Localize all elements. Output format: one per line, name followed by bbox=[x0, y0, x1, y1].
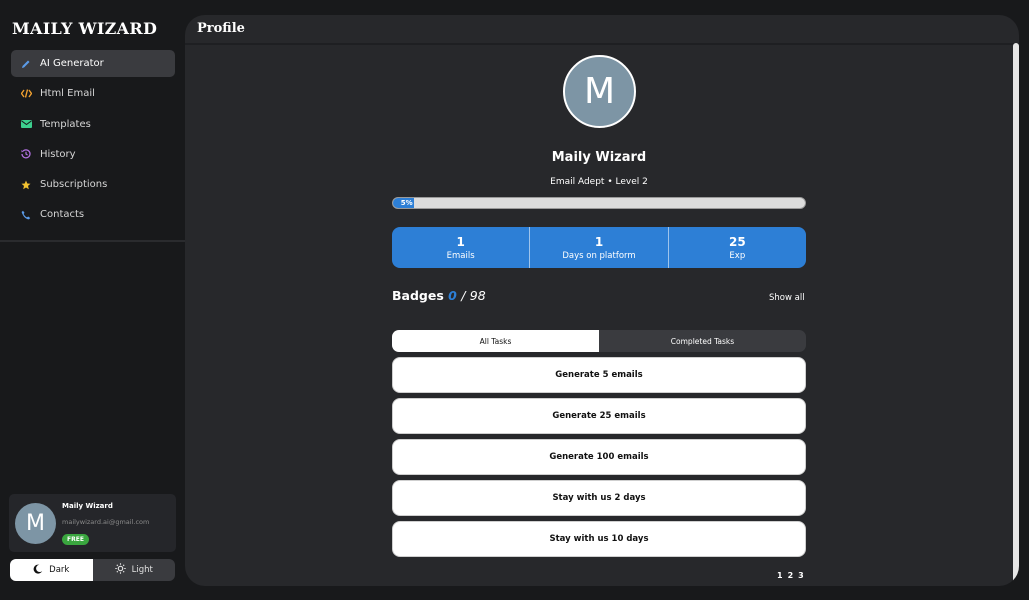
stat-value: 1 bbox=[456, 234, 465, 249]
moon-icon bbox=[33, 564, 43, 577]
sidebar-item-label: History bbox=[40, 148, 76, 160]
sidebar: MAILY WIZARD AI Generator Html Email Tem… bbox=[0, 0, 185, 600]
sidebar-item-label: Html Email bbox=[40, 88, 95, 100]
page-title: Profile bbox=[197, 21, 245, 36]
page-1-link[interactable]: 1 bbox=[777, 571, 783, 580]
plan-badge: FREE bbox=[62, 534, 89, 545]
main-panel: Profile M Maily Wizard Email Adept • Lev… bbox=[185, 15, 1019, 586]
user-card[interactable]: M Maily Wizard mailywizard.ai@gmail.com … bbox=[9, 494, 176, 552]
sidebar-nav: AI Generator Html Email Templates Histor… bbox=[11, 50, 175, 232]
pagination: 1 2 3 bbox=[777, 571, 804, 580]
history-icon bbox=[19, 149, 33, 159]
user-name: Maily Wizard bbox=[62, 502, 113, 510]
sidebar-item-templates[interactable]: Templates bbox=[11, 111, 175, 138]
page-3-link[interactable]: 3 bbox=[798, 571, 804, 580]
sidebar-item-label: Contacts bbox=[40, 209, 85, 221]
scrollbar[interactable] bbox=[1013, 43, 1019, 586]
profile-name: Maily Wizard bbox=[551, 150, 647, 165]
phone-icon bbox=[19, 210, 33, 220]
avatar: M bbox=[15, 503, 56, 544]
sidebar-item-subscriptions[interactable]: Subscriptions bbox=[11, 171, 175, 198]
badges-count: 0 bbox=[448, 288, 457, 303]
task-item[interactable]: Generate 100 emails bbox=[392, 439, 806, 475]
page-2-link[interactable]: 2 bbox=[788, 571, 794, 580]
light-mode-label: Light bbox=[131, 565, 153, 575]
sidebar-item-label: AI Generator bbox=[40, 58, 104, 69]
stat-exp: 25 Exp bbox=[669, 227, 806, 268]
dark-mode-button[interactable]: Dark bbox=[10, 559, 93, 581]
stat-emails: 1 Emails bbox=[392, 227, 531, 268]
show-all-link[interactable]: Show all bbox=[769, 293, 805, 303]
stat-value: 1 bbox=[594, 234, 604, 249]
sidebar-divider bbox=[0, 240, 185, 242]
sidebar-item-html-email[interactable]: Html Email bbox=[11, 80, 175, 107]
light-mode-button[interactable]: Light bbox=[93, 559, 176, 581]
sidebar-item-label: Templates bbox=[40, 118, 91, 130]
stats-panel: 1 Emails 1 Days on platform 25 Exp bbox=[392, 227, 806, 268]
badges-separator: / bbox=[461, 288, 466, 303]
stat-days: 1 Days on platform bbox=[530, 227, 669, 268]
progress-fill: 5% bbox=[393, 198, 414, 208]
sidebar-item-ai-generator[interactable]: AI Generator bbox=[11, 50, 175, 77]
task-list: Generate 5 emails Generate 25 emails Gen… bbox=[392, 357, 806, 562]
brand-logo: MAILY WIZARD bbox=[12, 19, 158, 38]
task-item[interactable]: Generate 25 emails bbox=[392, 398, 806, 434]
sidebar-item-history[interactable]: History bbox=[11, 141, 175, 168]
stat-label: Emails bbox=[446, 250, 475, 261]
profile-level: Email Adept • Level 2 bbox=[550, 177, 648, 187]
star-icon bbox=[19, 180, 33, 190]
stat-label: Days on platform bbox=[562, 250, 636, 261]
theme-toggle: Dark Light bbox=[10, 559, 175, 581]
task-tabs: All Tasks Completed Tasks bbox=[392, 330, 806, 352]
stat-label: Exp bbox=[729, 250, 746, 261]
tab-completed-tasks[interactable]: Completed Tasks bbox=[599, 330, 806, 352]
page-header: Profile bbox=[185, 15, 1019, 45]
badges-title: Badges bbox=[392, 288, 444, 303]
profile-avatar: M bbox=[563, 55, 636, 128]
code-icon bbox=[19, 89, 33, 98]
stat-value: 25 bbox=[728, 234, 746, 249]
tab-all-tasks[interactable]: All Tasks bbox=[392, 330, 599, 352]
task-item[interactable]: Generate 5 emails bbox=[392, 357, 806, 393]
task-item[interactable]: Stay with us 2 days bbox=[392, 480, 806, 516]
level-progress-bar: 5% bbox=[392, 197, 806, 209]
sidebar-item-label: Subscriptions bbox=[40, 179, 108, 191]
pencil-icon bbox=[19, 59, 33, 69]
task-item[interactable]: Stay with us 10 days bbox=[392, 521, 806, 557]
dark-mode-label: Dark bbox=[49, 565, 70, 575]
badges-total: 98 bbox=[469, 288, 486, 303]
sun-icon bbox=[114, 563, 126, 577]
user-email: mailywizard.ai@gmail.com bbox=[62, 518, 150, 526]
envelope-icon bbox=[19, 120, 33, 129]
sidebar-item-contacts[interactable]: Contacts bbox=[11, 201, 175, 228]
badges-heading: Badges 0 / 98 bbox=[392, 288, 486, 303]
